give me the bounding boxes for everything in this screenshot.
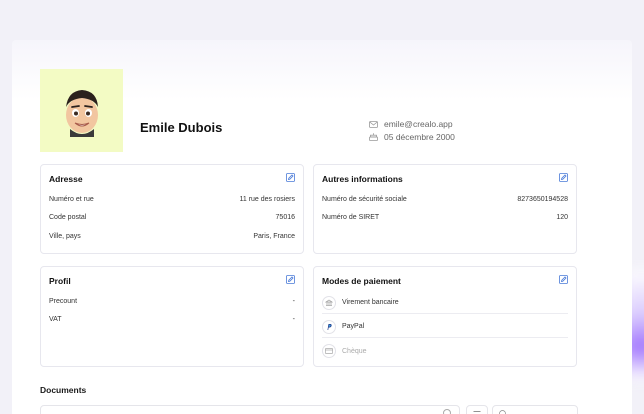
row-label: VAT [49, 315, 62, 323]
edit-icon [559, 173, 568, 182]
row-value: 75016 [275, 213, 295, 221]
filter-icon [473, 410, 481, 412]
email-text: emile@crealo.app [384, 119, 453, 129]
profil-row: VAT - [49, 313, 295, 325]
edit-icon [559, 275, 568, 284]
row-label: Code postal [49, 213, 87, 221]
documents-title: Documents [40, 385, 87, 395]
edit-other-info-button[interactable] [559, 173, 568, 182]
row-label: Numéro et rue [49, 195, 94, 203]
avatar [40, 69, 123, 152]
edit-payment-button[interactable] [559, 275, 568, 284]
payment-method-label: Virement bancaire [342, 299, 399, 306]
profile-name: Emile Dubois [140, 120, 223, 135]
payment-card-title: Modes de paiement [322, 276, 401, 286]
mail-icon [369, 120, 378, 128]
paypal-icon [322, 319, 336, 334]
payment-method-paypal[interactable]: PayPal [322, 316, 568, 338]
row-value: - [292, 297, 295, 305]
row-label: Numéro de SIRET [322, 213, 380, 221]
row-value: Paris, France [253, 232, 295, 240]
row-value: 11 rue des rosiers [239, 195, 295, 203]
cake-icon [369, 133, 378, 141]
search-icon [443, 409, 451, 414]
row-label: Numéro de sécurité sociale [322, 195, 407, 203]
address-card: Adresse Numéro et rue 11 rue des rosiers… [40, 164, 304, 254]
row-label: Precount [49, 297, 78, 305]
row-value: - [292, 315, 295, 323]
plus-icon [499, 409, 506, 414]
documents-filter-button[interactable] [466, 405, 488, 414]
address-row: Numéro et rue 11 rue des rosiers [49, 193, 295, 205]
row-value: 120 [556, 213, 568, 221]
edit-address-button[interactable] [286, 173, 295, 182]
bank-icon [322, 295, 336, 310]
other-info-row: Numéro de sécurité sociale 8273650194528 [322, 193, 568, 205]
other-info-card: Autres informations Numéro de sécurité s… [313, 164, 577, 254]
row-label: Ville, pays [49, 232, 81, 240]
address-card-title: Adresse [49, 174, 83, 184]
profil-row: Precount - [49, 295, 295, 307]
other-info-row: Numéro de SIRET 120 [322, 211, 568, 223]
address-row: Code postal 75016 [49, 211, 295, 223]
birthdate-text: 05 décembre 2000 [384, 132, 455, 142]
payment-method-label: PayPal [342, 323, 365, 330]
payment-method-bank[interactable]: Virement bancaire [322, 292, 568, 314]
add-document-button[interactable] [492, 405, 578, 414]
payment-method-cheque[interactable]: Chèque [322, 340, 568, 362]
edit-profil-button[interactable] [286, 275, 295, 284]
memoji-avatar-icon [65, 89, 98, 137]
payment-card: Modes de paiement Virement bancaire PayP… [313, 266, 577, 367]
profil-card-title: Profil [49, 276, 71, 286]
address-row: Ville, pays Paris, France [49, 230, 295, 242]
email-row: emile@crealo.app [369, 119, 453, 129]
documents-search-input[interactable] [40, 405, 460, 414]
card-icon [322, 344, 336, 358]
edit-icon [286, 275, 295, 284]
row-value: 8273650194528 [517, 195, 568, 203]
edit-icon [286, 173, 295, 182]
other-info-card-title: Autres informations [322, 174, 403, 184]
birthdate-row: 05 décembre 2000 [369, 132, 455, 142]
profil-card: Profil Precount - VAT - [40, 266, 304, 367]
payment-method-label: Chèque [342, 347, 367, 355]
